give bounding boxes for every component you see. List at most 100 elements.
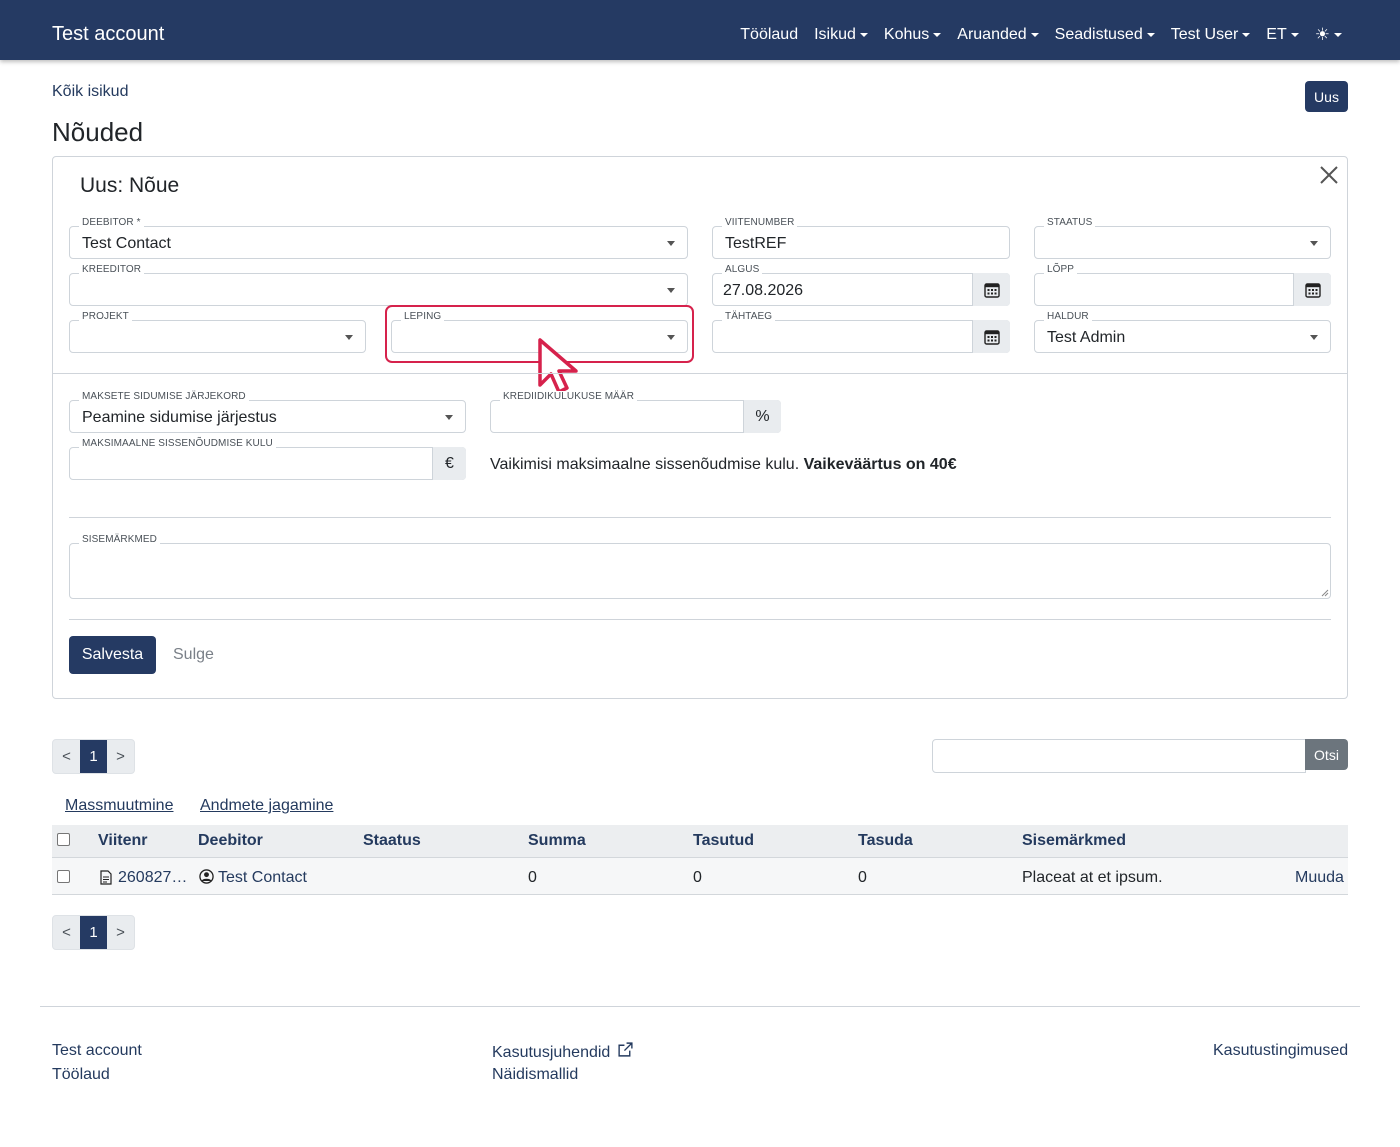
column-header-deebitor[interactable]: Deebitor	[198, 831, 263, 851]
percent-addon: %	[743, 400, 781, 433]
sisemarkmed-textarea[interactable]: Sisemärkmed	[69, 534, 1331, 599]
column-header-tasuda[interactable]: Tasuda	[858, 831, 913, 851]
field-label: Leping	[401, 311, 445, 323]
calendar-button[interactable]	[972, 273, 1010, 306]
field-value: TestREF	[725, 235, 787, 252]
field-value: Peamine sidumise järjestus	[82, 409, 277, 426]
field-label: Algus	[722, 264, 763, 276]
nav-item-kohus[interactable]: Kohus	[884, 24, 942, 46]
nav-item-label: Aruanded	[957, 26, 1027, 43]
credit-rate-input[interactable]: Krediidikulukuse määr %	[490, 391, 781, 433]
field-label: Viitenumber	[722, 217, 798, 229]
field-border	[69, 447, 466, 480]
caret-down-icon	[1030, 33, 1039, 37]
nav-item-label: Isikud	[814, 26, 856, 43]
sun-icon: ☀	[1314, 25, 1330, 44]
row-checkbox[interactable]	[57, 870, 70, 883]
person-circle-icon	[199, 869, 214, 884]
calendar-button[interactable]	[972, 320, 1010, 353]
calendar-button[interactable]	[1293, 273, 1331, 306]
brand-link[interactable]: Test account	[52, 22, 164, 46]
field-label: Krediidikulukuse määr	[500, 391, 638, 403]
prev-page-button[interactable]: <	[53, 916, 80, 949]
close-form-button[interactable]: Sulge	[173, 645, 214, 665]
column-header-staatus[interactable]: Staatus	[363, 831, 421, 851]
column-header-sisemarkmed[interactable]: Sisemärkmed	[1022, 831, 1126, 851]
footer-link-account[interactable]: Test account	[52, 1041, 142, 1061]
euro-addon: €	[432, 447, 466, 480]
field-value: 27.08.2026	[723, 282, 804, 299]
breadcrumb-all-persons[interactable]: Kõik isikud	[52, 83, 128, 101]
theme-toggle[interactable]: ☀	[1315, 25, 1342, 45]
chevron-down-icon	[445, 415, 453, 420]
mass-edit-link[interactable]: Massmuutmine	[65, 796, 173, 816]
footer-link-label: Kasutusjuhendid	[492, 1044, 611, 1061]
chevron-down-icon	[1310, 335, 1318, 340]
nav-item-seadistused[interactable]: Seadistused	[1055, 24, 1155, 46]
column-header-summa[interactable]: Summa	[528, 831, 586, 851]
close-icon[interactable]	[1317, 163, 1341, 187]
field-border	[1034, 273, 1331, 306]
caret-down-icon	[1290, 33, 1299, 37]
footer-link-dashboard[interactable]: Töölaud	[52, 1065, 110, 1085]
external-link-icon	[618, 1042, 633, 1057]
field-label: Maksimaalne sissenõudmise kulu	[79, 438, 276, 450]
resize-handle-icon[interactable]	[1321, 589, 1329, 597]
field-border	[69, 320, 366, 353]
chevron-down-icon	[1310, 241, 1318, 246]
search-button[interactable]: Otsi	[1305, 739, 1348, 770]
column-header-tasutud[interactable]: Tasutud	[693, 831, 754, 851]
algus-date-input[interactable]: Algus 27.08.2026	[712, 264, 1010, 306]
viitenumber-input[interactable]: Viitenumber TestREF	[712, 217, 1010, 259]
column-header-viitenr[interactable]: Viitenr	[98, 831, 148, 851]
footer-link-manuals[interactable]: Kasutusjuhendid	[492, 1041, 634, 1063]
section-divider	[53, 373, 1347, 374]
nav-item-aruanded[interactable]: Aruanded	[957, 24, 1039, 46]
cell-sisemarkmed: Placeat at et ipsum.	[1022, 869, 1163, 886]
field-label: Kreeditor	[79, 264, 145, 276]
max-cost-input[interactable]: Maksimaalne sissenõudmise kulu €	[69, 438, 466, 480]
pagination-bottom: < 1 >	[52, 915, 135, 950]
page-1-button[interactable]: 1	[80, 740, 107, 773]
tahtaeg-date-input[interactable]: Tähtaeg	[712, 311, 1010, 353]
field-border	[1034, 226, 1331, 259]
prev-page-button[interactable]: <	[53, 740, 80, 773]
haldur-select[interactable]: Haldur Test Admin	[1034, 311, 1331, 353]
footer-link-templates[interactable]: Näidismallid	[492, 1065, 578, 1085]
nav-item-toolaud[interactable]: Töölaud	[740, 24, 798, 46]
lopp-date-input[interactable]: Lõpp	[1034, 264, 1331, 306]
nav-item-label: Seadistused	[1054, 26, 1143, 43]
claim-ref-link[interactable]: 260827…	[118, 868, 187, 888]
pagination-top: < 1 >	[52, 739, 135, 774]
nav-item-user[interactable]: Test User	[1171, 24, 1251, 46]
debtor-link[interactable]: Test Contact	[218, 868, 307, 888]
mouse-pointer-icon	[538, 338, 578, 394]
caret-down-icon	[1146, 33, 1155, 37]
data-sharing-link[interactable]: Andmete jagamine	[200, 796, 333, 816]
footer-divider	[40, 1006, 1360, 1007]
next-page-button[interactable]: >	[107, 740, 134, 773]
field-label: Lõpp	[1044, 264, 1078, 276]
select-all-checkbox[interactable]	[57, 833, 70, 846]
payment-order-select[interactable]: Maksete sidumise järjekord Peamine sidum…	[69, 391, 466, 433]
field-border	[712, 320, 1010, 353]
save-button[interactable]: Salvesta	[69, 636, 156, 674]
staatus-select[interactable]: Staatus	[1034, 217, 1331, 259]
field-border	[69, 273, 688, 306]
nav-item-language[interactable]: ET	[1266, 24, 1299, 46]
top-navbar: Test account Töölaud Isikud Kohus Aruand…	[0, 0, 1400, 60]
chevron-down-icon	[667, 288, 675, 293]
nav-item-isikud[interactable]: Isikud	[814, 24, 868, 46]
deebitor-select[interactable]: Deebitor * Test Contact	[69, 217, 688, 259]
field-label: Deebitor *	[79, 217, 144, 229]
next-page-button[interactable]: >	[107, 916, 134, 949]
field-border	[69, 543, 1331, 599]
page-1-button[interactable]: 1	[80, 916, 107, 949]
cell-tasutud: 0	[693, 869, 702, 886]
search-input[interactable]	[932, 739, 1306, 773]
footer-link-terms[interactable]: Kasutustingimused	[1213, 1041, 1348, 1061]
new-button[interactable]: Uus	[1305, 81, 1348, 112]
edit-row-link[interactable]: Muuda	[1295, 868, 1344, 888]
projekt-select[interactable]: Projekt	[69, 311, 366, 353]
kreeditor-select[interactable]: Kreeditor	[69, 264, 688, 306]
